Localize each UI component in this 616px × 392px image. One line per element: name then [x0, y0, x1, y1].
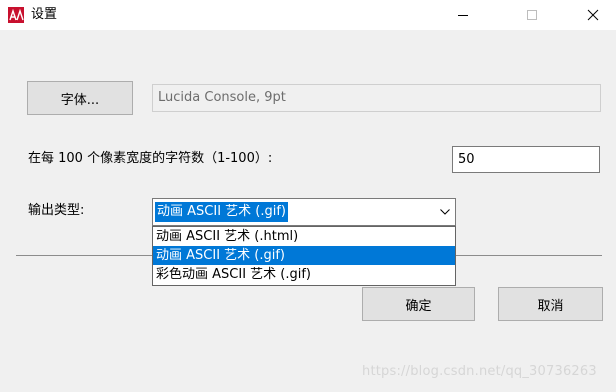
maximize-icon — [527, 10, 537, 20]
window-title: 设置 — [31, 7, 58, 22]
dropdown-option[interactable]: 彩色动画 ASCII 艺术 (.gif) — [153, 265, 455, 284]
minimize-icon — [458, 15, 468, 16]
close-icon — [587, 9, 599, 21]
title-bar: 设置 — [0, 0, 616, 30]
output-type-select[interactable]: 动画 ASCII 艺术 (.gif) — [152, 198, 456, 226]
output-type-dropdown-list: 动画 ASCII 艺术 (.html) 动画 ASCII 艺术 (.gif) 彩… — [152, 226, 456, 286]
dropdown-option[interactable]: 动画 ASCII 艺术 (.html) — [153, 227, 455, 246]
dropdown-option[interactable]: 动画 ASCII 艺术 (.gif) — [153, 246, 455, 265]
app-logo-icon — [8, 7, 24, 23]
cancel-button[interactable]: 取消 — [498, 287, 603, 321]
output-type-selected-value: 动画 ASCII 艺术 (.gif) — [155, 202, 289, 222]
font-display: Lucida Console, 9pt — [152, 84, 601, 112]
chars-per-width-input[interactable] — [452, 146, 600, 173]
close-button[interactable] — [570, 0, 616, 30]
watermark: https://blog.csdn.net/qq_30736263 — [362, 364, 597, 379]
ok-button[interactable]: 确定 — [362, 287, 475, 321]
output-type-label: 输出类型: — [28, 203, 85, 218]
maximize-button[interactable] — [509, 0, 555, 30]
minimize-button[interactable] — [440, 0, 486, 30]
chevron-down-icon[interactable] — [435, 199, 455, 225]
chars-per-width-label: 在每 100 个像素宽度的字符数（1-100）: — [28, 151, 273, 166]
font-button[interactable]: 字体... — [27, 81, 133, 115]
